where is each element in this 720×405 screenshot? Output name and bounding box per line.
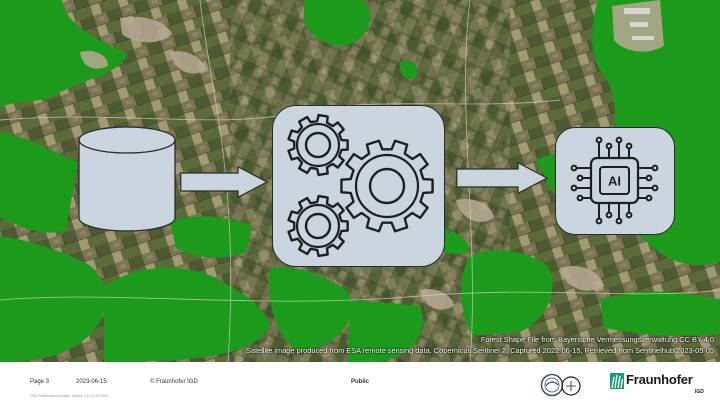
database-node [78,126,176,232]
fraunhofer-mark-icon [610,373,624,389]
processing-node [272,105,445,267]
brand-institute: IGD [695,389,704,395]
arrow-database-to-processing [180,165,269,203]
certification-logos [540,373,582,402]
ai-chip-icon: AI [570,136,659,225]
small-gear-bottom-icon [287,194,349,258]
small-gear-top-icon [287,113,349,177]
classification-label: Public [351,379,370,385]
certification-seal-icon [540,373,564,397]
footer-date: 2023-06-15 [76,379,107,385]
credit-forest-shapefile: Forest Shape File from Bayerische Vermes… [480,335,714,344]
certification-badge-icon [561,376,581,396]
brand-name: Fraunhofer [626,372,693,387]
image-credits: Forest Shape File from Bayerische Vermes… [246,334,714,356]
right-arrow-icon [180,165,269,199]
credit-satellite-image: Satellite image produced from ESA remote… [246,346,714,355]
ai-chip-label: AI [608,174,621,189]
gears-icon [287,113,434,258]
large-gear-icon [340,139,434,233]
slide: AI Forest Shape File from Bayerische Ver… [0,0,720,405]
page-number: Page 3 [30,379,50,385]
database-cylinder-icon [78,126,176,232]
arrow-processing-to-ai [456,161,549,199]
ai-node: AI [555,127,675,235]
template-version-note: FHG-Präsentationsvorlage, Version 1.6, 1… [30,394,108,398]
footer-copyright: © Fraunhofer IGD [150,379,198,385]
right-arrow-icon [456,161,549,195]
